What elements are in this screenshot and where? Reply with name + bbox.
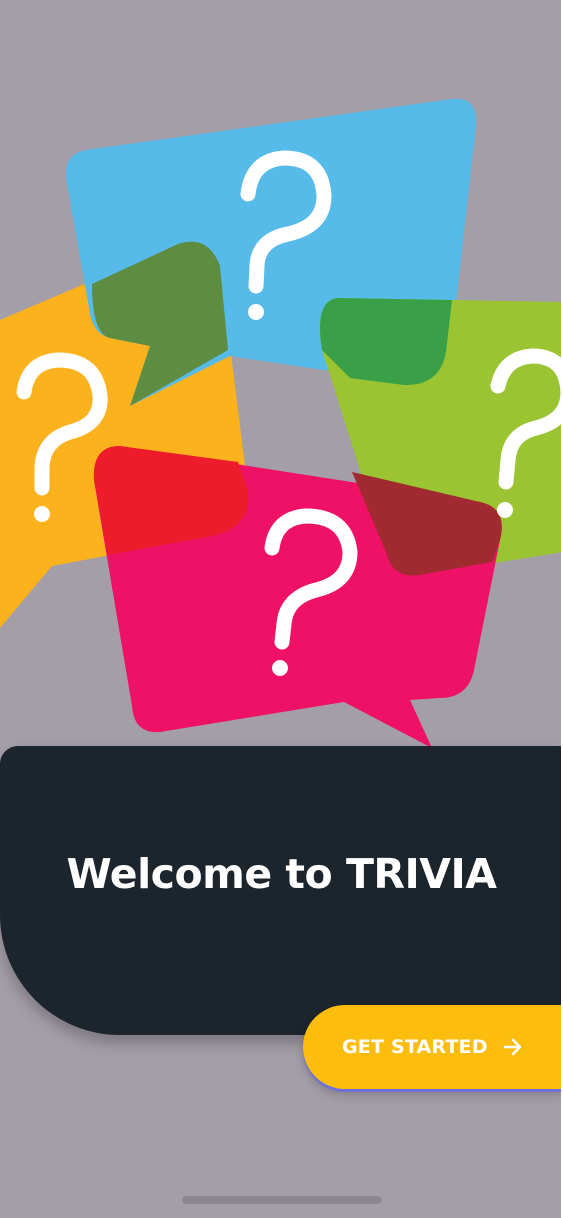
question-dot-icon [34,506,50,522]
welcome-title: Welcome to TRIVIA [66,850,497,898]
arrow-right-icon [503,1038,522,1056]
question-dot-icon [248,304,264,320]
welcome-card: Welcome to TRIVIA [0,746,563,1035]
question-bubbles-illustration [0,98,563,748]
question-dot-icon [497,502,513,518]
get-started-button[interactable]: GET STARTED [303,1005,563,1089]
get-started-label: GET STARTED [342,1036,488,1058]
question-dot-icon [272,660,288,676]
home-indicator [182,1196,382,1204]
welcome-screen: Welcome to TRIVIA GET STARTED [0,0,563,1218]
